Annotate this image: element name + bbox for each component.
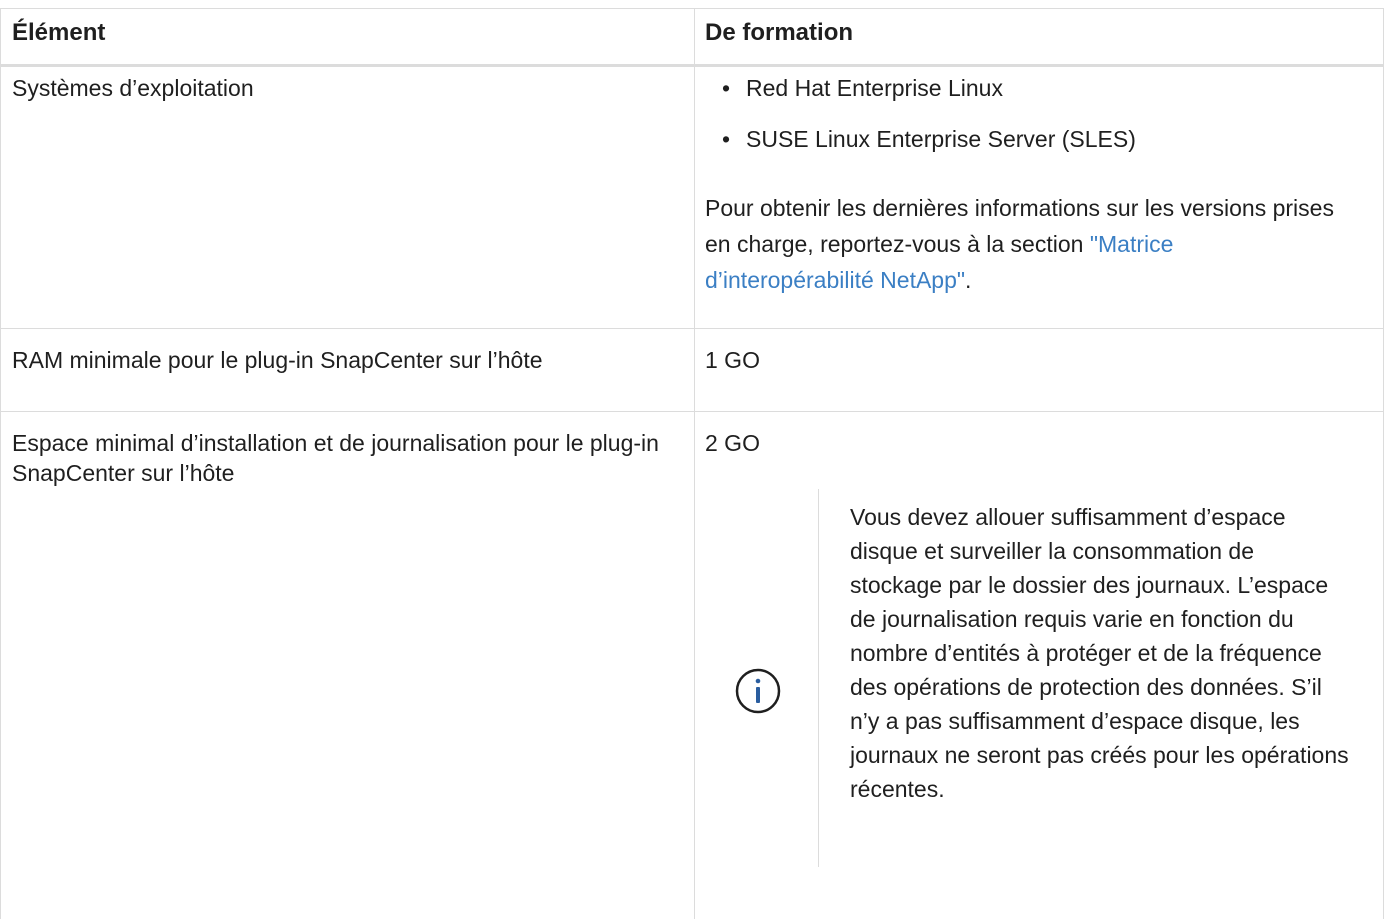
column-divider [694,8,695,919]
os-support-paragraph: Pour obtenir les dernières informations … [705,190,1345,298]
bullet-icon: • [722,75,731,101]
row-value-ram: 1 GO [705,347,760,373]
table-left-border [0,8,1,919]
column-header-formation: De formation [705,19,854,46]
disk-space-note: Vous devez allouer suffisamment d’espace… [850,504,1349,802]
list-item-label: Red Hat Enterprise Linux [746,75,1003,101]
info-circle-icon [735,668,781,714]
row2-bottom-border [0,411,1384,412]
row-label-space: Espace minimal d’installation et de jour… [12,430,659,486]
table-top-border [0,8,1384,9]
paragraph-text: Pour obtenir les dernières informations … [705,195,1334,257]
row1-bottom-border [0,328,1384,329]
paragraph-end: . [965,267,972,293]
list-item: • SUSE Linux Enterprise Server (SLES) [722,124,1136,154]
row-label-os: Systèmes d’exploitation [12,75,254,101]
list-item: • Red Hat Enterprise Linux [722,73,1003,103]
bullet-icon: • [722,126,731,152]
list-item-label: SUSE Linux Enterprise Server (SLES) [746,126,1136,152]
note-divider [818,489,819,867]
column-header-element: Élément [12,19,106,46]
header-bottom-border [0,64,1384,67]
row-value-space: 2 GO [705,430,760,456]
row-label-ram: RAM minimale pour le plug-in SnapCenter … [12,347,543,373]
